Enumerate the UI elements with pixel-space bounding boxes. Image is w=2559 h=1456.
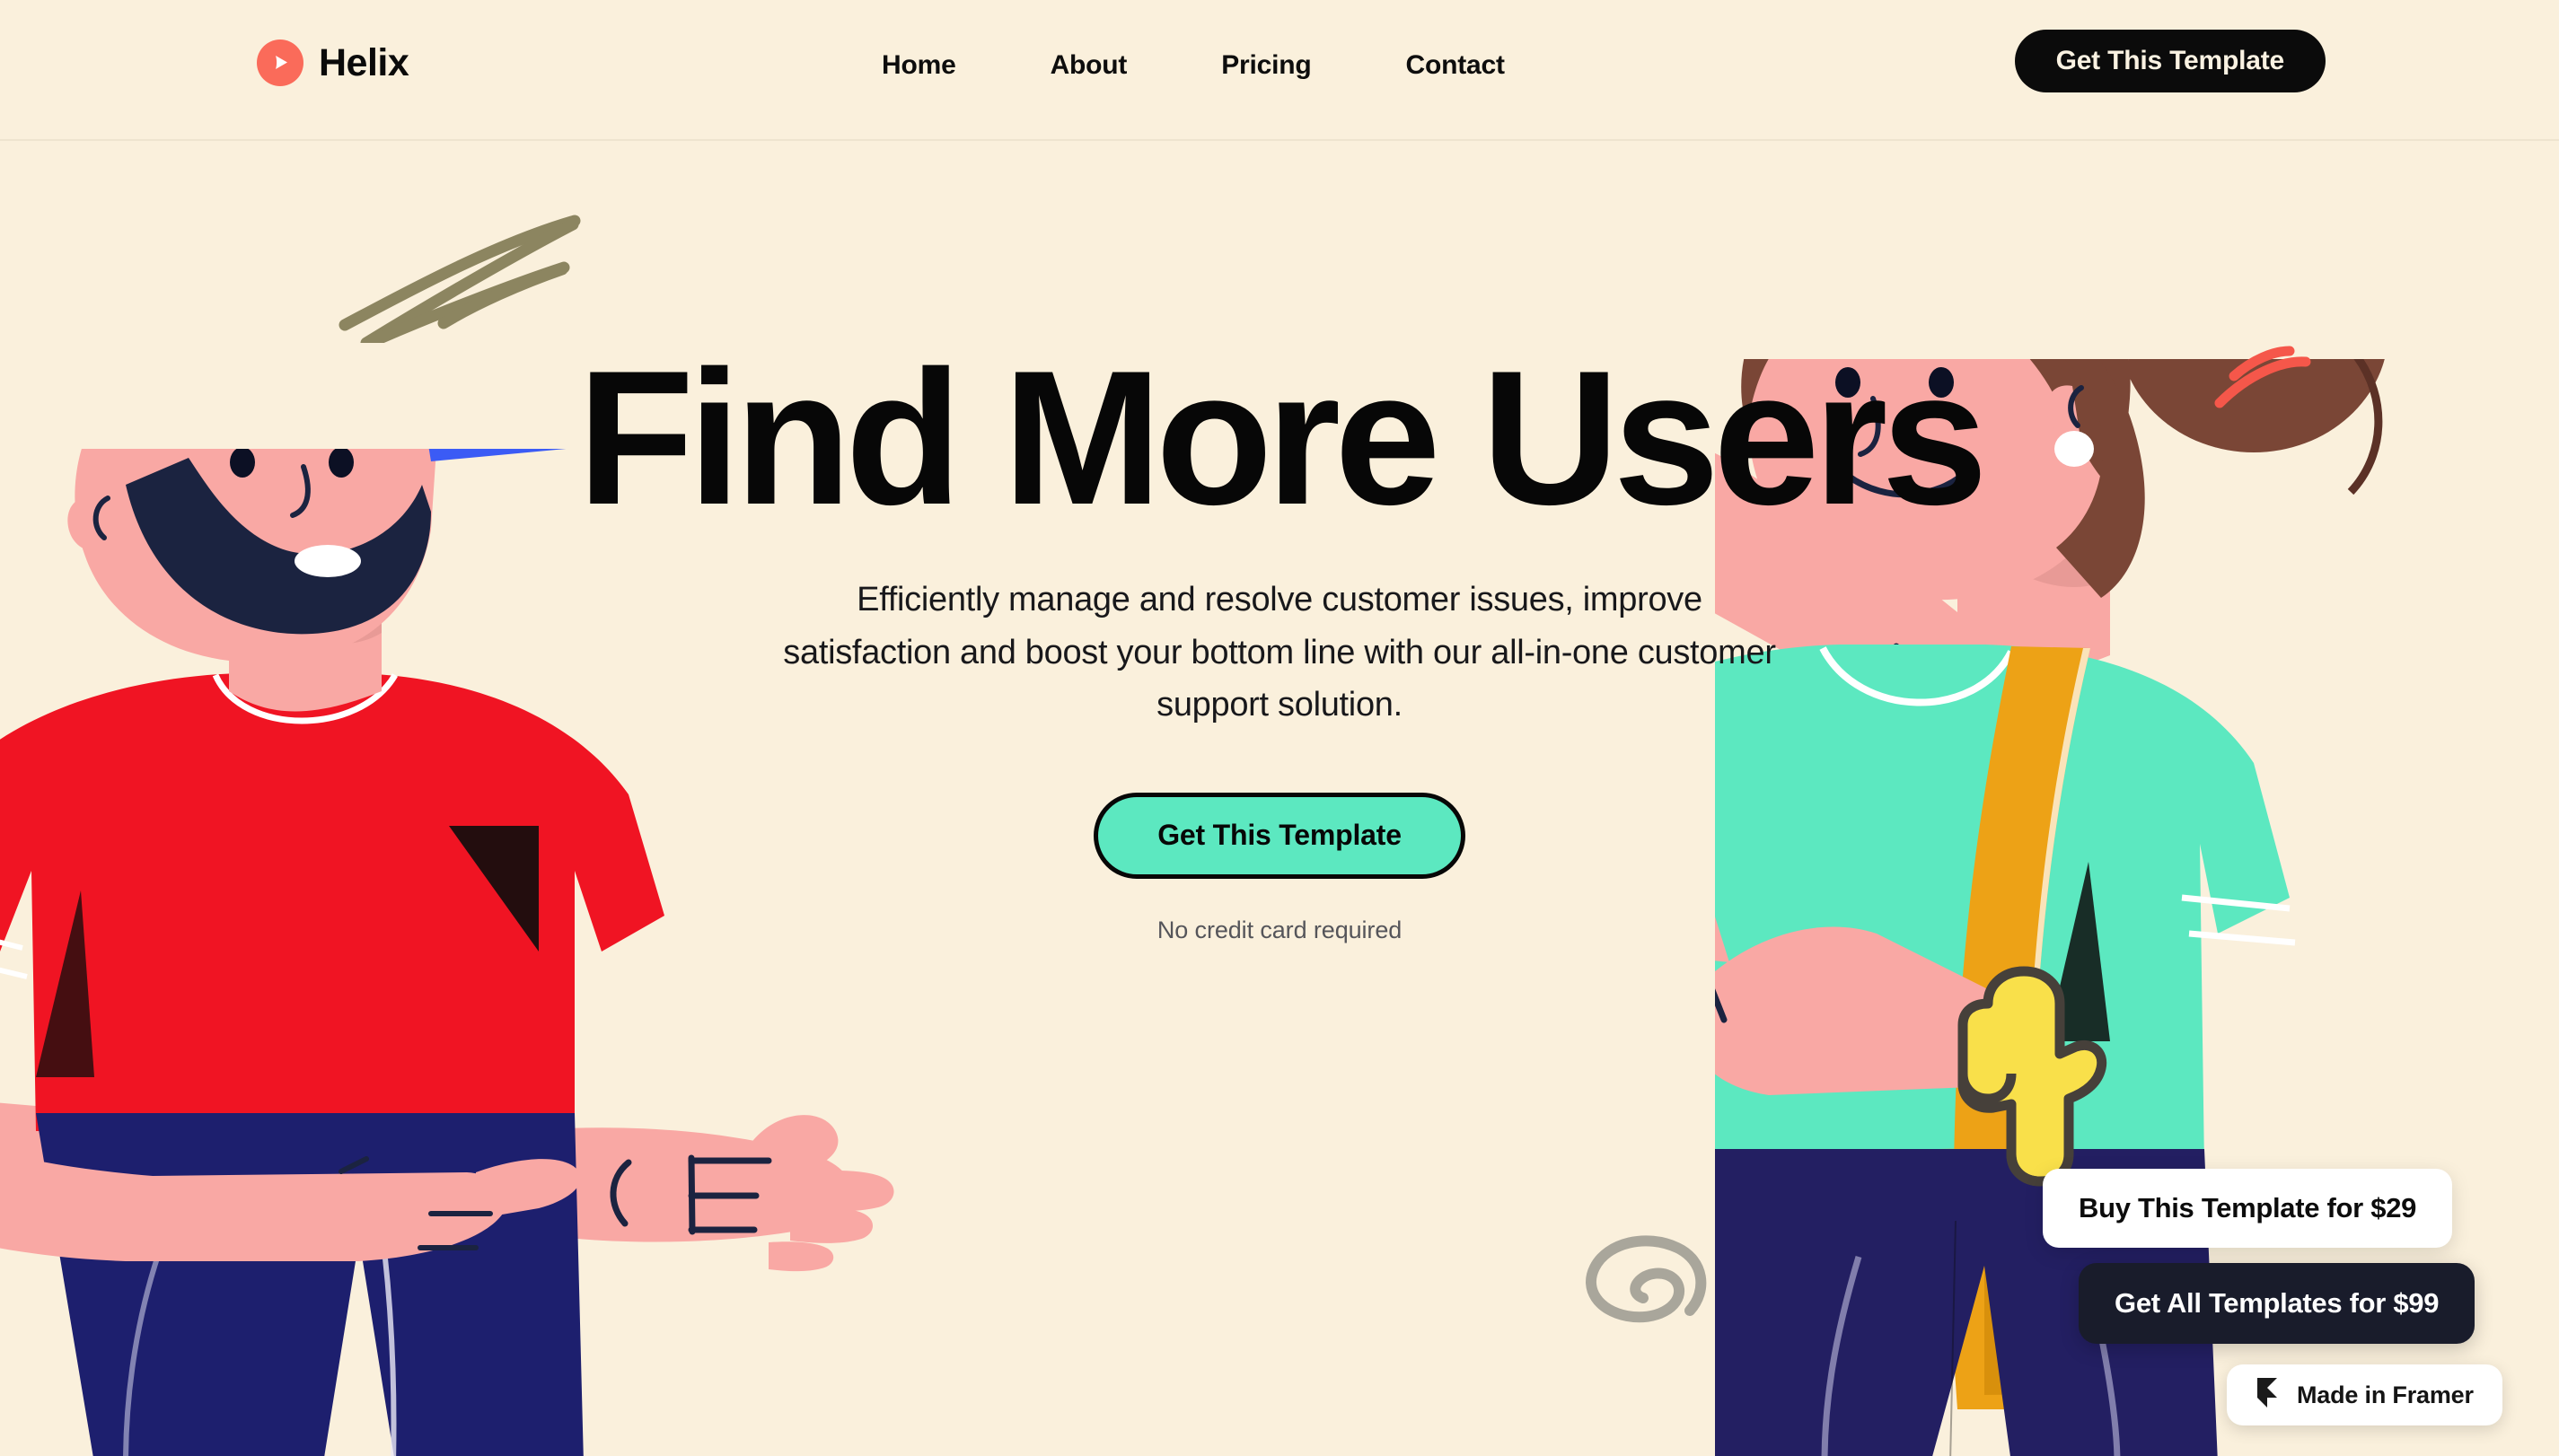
nav-item-contact[interactable]: Contact bbox=[1406, 52, 1505, 79]
made-in-framer-label: Made in Framer bbox=[2297, 1381, 2474, 1408]
nav-item-pricing[interactable]: Pricing bbox=[1221, 52, 1311, 79]
hero-cta-wrapper: Get This Template bbox=[449, 792, 2110, 879]
made-in-framer-badge[interactable]: Made in Framer bbox=[2227, 1364, 2502, 1425]
page-title: Find More Users bbox=[577, 331, 1988, 545]
coral-arc-doodle-icon bbox=[2200, 337, 2344, 435]
header-get-template-button[interactable]: Get This Template bbox=[2014, 30, 2326, 92]
framer-logo-icon bbox=[2256, 1377, 2279, 1414]
hero-note: No credit card required bbox=[1156, 916, 1403, 943]
get-all-templates-badge[interactable]: Get All Templates for $99 bbox=[2079, 1263, 2475, 1344]
site-header: Helix Home About Pricing Contact Get Thi… bbox=[0, 0, 2559, 141]
zigzag-doodle-icon bbox=[332, 199, 593, 349]
hero-subheading: Efficiently manage and resolve customer … bbox=[783, 581, 1776, 724]
pointing-hand-cursor-icon bbox=[1957, 966, 2107, 1187]
spiral-doodle-icon bbox=[1580, 1228, 1733, 1345]
nav-item-home[interactable]: Home bbox=[882, 52, 956, 79]
brand-name: Helix bbox=[319, 40, 409, 84]
buy-template-badge[interactable]: Buy This Template for $29 bbox=[2043, 1169, 2453, 1248]
floating-badges: Buy This Template for $29 Get All Templa… bbox=[2020, 1151, 2559, 1456]
main-navigation: Home About Pricing Contact bbox=[882, 52, 1505, 79]
play-triangle-icon bbox=[257, 39, 303, 86]
brand-logo[interactable]: Helix bbox=[257, 39, 409, 86]
nav-item-about[interactable]: About bbox=[1051, 52, 1128, 79]
hero-get-template-button[interactable]: Get This Template bbox=[1094, 792, 1465, 879]
landing-page: Helix Home About Pricing Contact Get Thi… bbox=[0, 0, 2559, 1456]
